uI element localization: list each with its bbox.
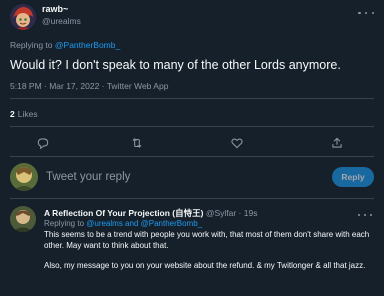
tweet-timestamp[interactable]: 5:18 PM · Mar 17, 2022 · Twitter Web App: [10, 81, 168, 91]
divider: [10, 98, 374, 99]
author-display-name[interactable]: rawb~: [42, 4, 68, 14]
like-icon[interactable]: [230, 136, 244, 150]
avatar-user-icon: [10, 206, 36, 232]
reply-body: This seems to be a trend with people you…: [44, 230, 374, 272]
author-handle[interactable]: @urealms: [42, 16, 81, 26]
likes-count: 2: [10, 109, 15, 119]
replying-to-prefix: Replying to: [10, 40, 55, 50]
replying-to: Replying to @PantherBomb_: [10, 40, 120, 50]
tweet-actions: [0, 136, 384, 152]
avatar-character-icon: [10, 4, 36, 30]
tweet-detail: rawb~ @urealms Replying to @PantherBomb_…: [0, 0, 384, 296]
reply-header: A Reflection Of Your Projection (自恃王) @S…: [44, 207, 257, 219]
author-avatar[interactable]: [10, 4, 36, 30]
avatar-user-icon: [10, 163, 38, 191]
reply-author-name[interactable]: A Reflection Of Your Projection (自恃王): [44, 208, 203, 218]
likes-stat[interactable]: 2 Likes: [10, 109, 38, 119]
retweet-icon[interactable]: [130, 136, 144, 150]
reply-replying-mentions[interactable]: @urealms and @PantherBomb_: [86, 219, 202, 228]
reply-author-avatar[interactable]: [10, 206, 36, 232]
reply-more-options-icon[interactable]: [358, 211, 372, 219]
likes-label: Likes: [17, 109, 38, 119]
divider: [10, 198, 374, 199]
tweet-text: Would it? I don't speak to many of the o…: [10, 58, 341, 72]
compose-avatar[interactable]: [10, 163, 38, 191]
reply-body-paragraph: This seems to be a trend with people you…: [44, 230, 370, 250]
reply-replying-to: Replying to @urealms and @PantherBomb_: [44, 219, 202, 228]
reply-replying-prefix: Replying to: [44, 219, 87, 228]
divider: [10, 156, 374, 157]
reply-button[interactable]: Reply: [332, 167, 374, 187]
reply-author-handle[interactable]: @Sylfar · 19s: [206, 208, 258, 218]
divider: [10, 126, 374, 127]
reply-compose-input[interactable]: Tweet your reply: [46, 171, 130, 183]
reply-icon[interactable]: [36, 136, 50, 150]
replying-to-mention[interactable]: @PantherBomb_: [55, 40, 120, 50]
reply-body-paragraph: Also, my message to you on your website …: [44, 261, 366, 270]
share-icon[interactable]: [330, 136, 344, 150]
more-options-icon[interactable]: [358, 8, 374, 18]
